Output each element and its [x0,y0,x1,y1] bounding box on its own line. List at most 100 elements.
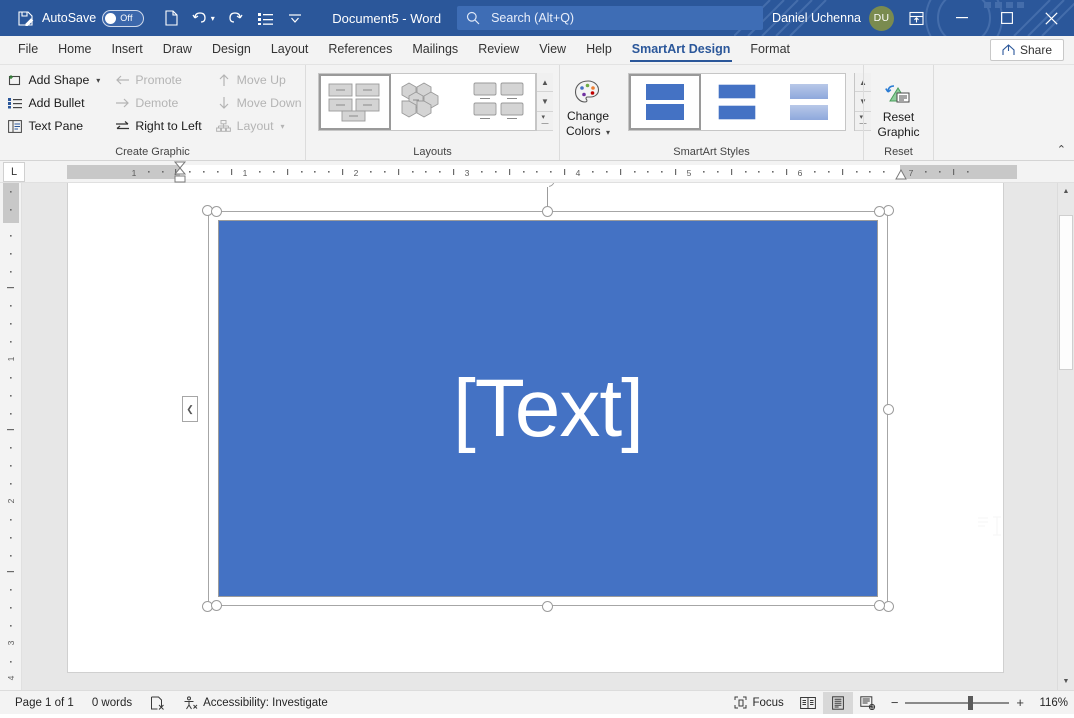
text-pane-launcher[interactable]: ❮ [182,396,198,422]
rotation-handle[interactable] [538,183,557,190]
status-bar: Page 1 of 1 0 words Accessibility: Inves… [0,690,1074,714]
shape-bottom-right-handle[interactable] [874,600,885,611]
shape-bottom-left-handle[interactable] [211,600,222,611]
text-pane-button[interactable]: Text Pane [3,115,104,137]
add-shape-button[interactable]: Add Shape ▾ [3,69,104,91]
layout-option-hexagon-cluster[interactable] [391,74,463,130]
layout-option-captioned-boxes[interactable] [463,74,535,130]
right-middle-handle[interactable] [883,404,894,415]
page-number-status[interactable]: Page 1 of 1 [6,697,83,709]
maximize-button[interactable] [984,0,1029,36]
add-bullet-button[interactable]: Add Bullet [3,92,104,114]
tab-home[interactable]: Home [48,37,101,64]
title-bar: AutoSave Off ▾ Document5 - Word [0,0,1074,36]
new-document-icon[interactable] [156,3,186,33]
left-indent-marker[interactable] [172,161,188,183]
smartart-style-white-outline[interactable] [701,74,773,130]
tab-view[interactable]: View [529,37,576,64]
smartart-style-simple-fill[interactable] [629,74,701,130]
demote-arrow-right-icon [114,95,130,111]
avatar[interactable]: DU [869,6,894,31]
customize-quick-access-icon[interactable] [280,3,310,33]
svg-text:4: 4 [6,675,16,680]
tab-file[interactable]: File [8,37,48,64]
layout-hierarchy-icon [216,118,232,134]
ribbon-display-options-icon[interactable] [894,0,939,36]
smartart-style-subtle-effect[interactable] [773,74,845,130]
user-account[interactable]: Daniel Uchenna DU [772,6,894,31]
svg-text:3: 3 [465,168,470,178]
tab-mailings[interactable]: Mailings [402,37,468,64]
tab-review[interactable]: Review [468,37,529,64]
zoom-out-button[interactable]: − [891,695,899,710]
bottom-center-handle[interactable] [542,601,553,612]
autosave-label: AutoSave [42,11,96,25]
top-center-handle[interactable] [542,206,553,217]
tab-insert[interactable]: Insert [102,37,153,64]
web-layout-button[interactable] [853,692,883,714]
proofing-status[interactable] [141,696,174,710]
zoom-slider-thumb[interactable] [968,696,973,710]
close-button[interactable] [1029,0,1074,36]
redo-icon[interactable] [220,3,250,33]
focus-mode-button[interactable]: Focus [725,696,792,709]
horizontal-ruler[interactable]: L 112 345 67 [0,161,1074,183]
zoom-level[interactable]: 116% [1032,697,1068,709]
accessibility-label: Accessibility: Investigate [203,697,328,709]
promote-arrow-left-icon [114,72,130,88]
shape-top-left-handle[interactable] [211,206,222,217]
read-mode-button[interactable] [793,692,823,714]
ribbon-group-layouts: ▲ ▼ ▾— Layouts [305,65,559,160]
tab-smartart-design[interactable]: SmartArt Design [622,37,741,64]
search-icon [466,11,480,25]
reset-graphic-icon [884,76,914,110]
bullet-list-icon[interactable] [250,3,280,33]
tab-format[interactable]: Format [740,37,800,64]
print-layout-button[interactable] [823,692,853,714]
smartart-styles-gallery[interactable] [628,73,846,131]
layouts-gallery[interactable] [318,73,536,131]
right-indent-marker[interactable] [894,169,908,181]
reset-graphic-button[interactable]: Reset Graphic [867,73,931,140]
search-input[interactable]: Search (Alt+Q) [457,6,763,30]
document-page[interactable]: [Text] [68,183,1003,672]
tab-stop-selector[interactable]: L [3,162,25,182]
word-count-status[interactable]: 0 words [83,697,141,709]
tab-help[interactable]: Help [576,37,622,64]
tab-references[interactable]: References [318,37,402,64]
share-button[interactable]: Share [990,39,1064,61]
scroll-down-arrow-icon[interactable]: ▼ [1058,673,1074,690]
shape-top-right-handle[interactable] [874,206,885,217]
smartart-shape[interactable]: [Text] [218,220,878,597]
move-down-label: Move Down [237,96,302,110]
page-area[interactable]: [Text] [22,183,1057,690]
vertical-ruler[interactable]: 1 2 3 4 [0,183,22,690]
tab-layout[interactable]: Layout [261,37,319,64]
tab-design[interactable]: Design [202,37,261,64]
group-label-layouts: Layouts [306,145,559,160]
smartart-shape-text[interactable]: [Text] [453,368,643,450]
save-icon[interactable] [10,3,40,33]
smartart-graphic[interactable]: [Text] [208,211,888,606]
right-to-left-button[interactable]: Right to Left [110,115,205,137]
add-shape-chevron-down-icon[interactable]: ▾ [96,76,100,85]
vertical-scrollbar[interactable]: ▲ ▼ [1057,183,1074,690]
collapse-ribbon-button[interactable]: ⌃ [1057,143,1066,156]
zoom-slider[interactable]: − + [891,695,1024,710]
scrollbar-thumb[interactable] [1059,215,1073,370]
focus-label: Focus [752,697,783,709]
undo-icon[interactable]: ▾ [186,3,220,33]
layout-option-hierarchy-boxes[interactable] [319,74,391,130]
change-colors-button[interactable]: Change Colors ▾ [556,69,620,140]
svg-text:1: 1 [243,168,248,178]
autosave-toggle[interactable]: Off [102,10,144,27]
zoom-slider-track[interactable] [905,702,1009,704]
tab-draw[interactable]: Draw [153,37,202,64]
zoom-in-button[interactable]: + [1016,695,1024,710]
right-to-left-icon [114,118,130,134]
minimize-button[interactable] [939,0,984,36]
move-down-arrow-icon [216,95,232,111]
add-bullet-icon [7,95,23,111]
accessibility-status[interactable]: Accessibility: Investigate [174,696,337,710]
scroll-up-arrow-icon[interactable]: ▲ [1058,183,1074,200]
